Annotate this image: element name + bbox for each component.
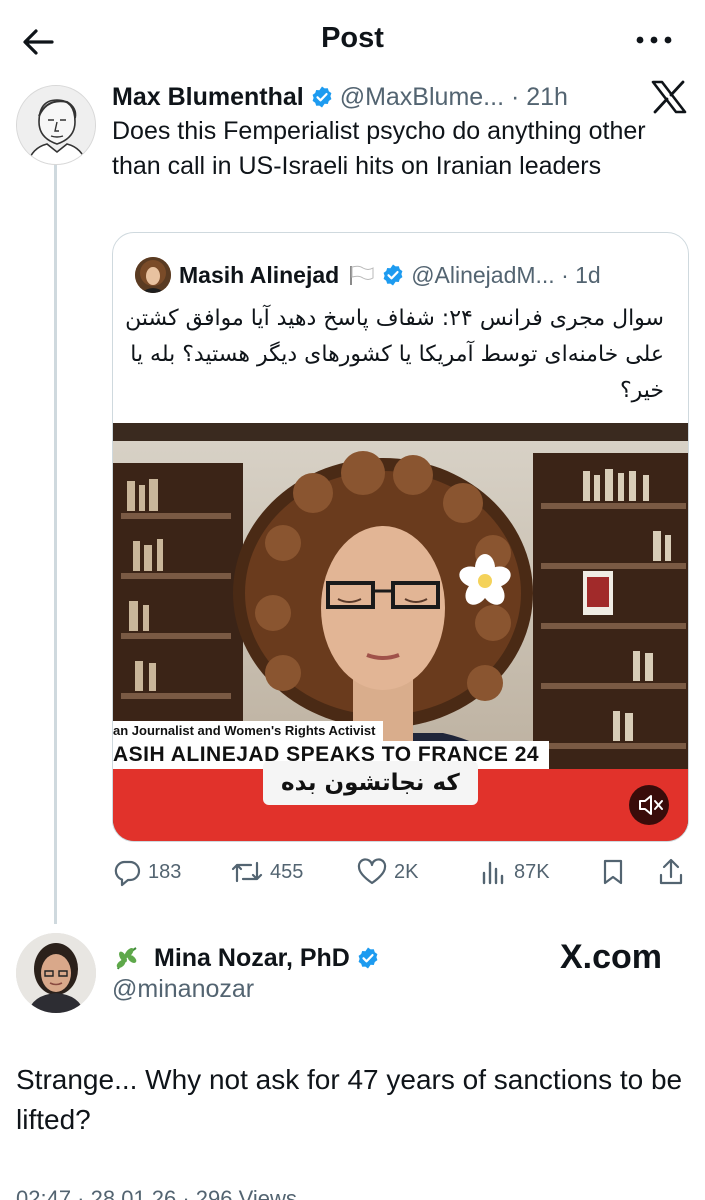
verified-icon (312, 86, 332, 108)
repost-button[interactable]: 455 (230, 852, 303, 892)
video-player[interactable]: an Journalist and Women's Rights Activis… (113, 423, 688, 841)
reply-author-handle: @minanozar (112, 975, 255, 1003)
quote-author-avatar[interactable] (135, 257, 171, 293)
reply-header: Mina Nozar, PhD (112, 940, 386, 976)
post-header: Max Blumenthal @MaxBlume... · 21h (112, 80, 568, 114)
quote-author-name[interactable]: Masih Alinejad (179, 262, 339, 289)
quote-avatar-image (135, 257, 171, 293)
bookmark-button[interactable] (598, 852, 634, 892)
quote-text: سوال مجری فرانس ۲۴: شفاف پاسخ دهید آیا م… (125, 306, 664, 403)
xcom-watermark: X.com (560, 938, 663, 976)
flag-icon (350, 265, 374, 285)
author-handle-time: @MaxBlume... · 21h (339, 82, 568, 111)
reply-author-avatar[interactable] (16, 933, 96, 1013)
reply-timestamp-views: 02:47 · 28.01.26 · 296 Views (16, 1186, 297, 1200)
reply-button[interactable]: 183 (112, 852, 181, 892)
post-actions: 183 455 2K 87K (112, 852, 689, 892)
top-bar: Post (0, 0, 705, 80)
more-icon (636, 36, 672, 44)
share-button[interactable] (656, 852, 692, 892)
like-icon (357, 858, 387, 885)
quote-header: Masih Alinejad @AlinejadM... · 1d (135, 255, 601, 295)
mute-button[interactable] (629, 785, 669, 825)
like-button[interactable]: 2K (356, 852, 418, 892)
mute-icon (639, 795, 663, 815)
quote-handle-time: @AlinejadM... · 1d (411, 261, 601, 288)
more-button[interactable] (632, 28, 676, 52)
ticker-caption-top: an Journalist and Women's Rights Activis… (113, 721, 384, 741)
reply-avatar-photo (16, 933, 96, 1013)
leaf-icon (116, 947, 137, 970)
reply-author-name[interactable]: Mina Nozar, PhD (154, 944, 350, 973)
x-logo-icon (651, 80, 687, 114)
verified-icon (383, 264, 403, 286)
bookmark-icon (603, 859, 623, 885)
like-count: 2K (394, 860, 419, 883)
views-button[interactable]: 87K (478, 852, 550, 892)
quoted-post[interactable]: Masih Alinejad @AlinejadM... · 1d سوال م… (112, 232, 689, 842)
thread-connector-line (54, 164, 57, 924)
repost-icon (231, 861, 263, 883)
repost-count: 455 (270, 860, 304, 883)
post-text: Does this Femperialist psycho do anythin… (112, 117, 646, 180)
reply-text: Strange... Why not ask for 47 years of s… (16, 1064, 683, 1135)
author-avatar[interactable] (16, 85, 96, 165)
page-title: Post (321, 22, 384, 54)
share-icon (659, 858, 683, 885)
verified-icon (358, 947, 378, 969)
views-count: 87K (514, 860, 550, 883)
reply-icon (114, 860, 141, 887)
x-logo (650, 80, 688, 114)
author-name[interactable]: Max Blumenthal (112, 83, 304, 112)
avatar-sketch (17, 86, 95, 164)
reply-count: 183 (148, 860, 182, 883)
video-subtitle: که نجاتشون بده (263, 761, 478, 805)
views-icon (482, 861, 504, 885)
